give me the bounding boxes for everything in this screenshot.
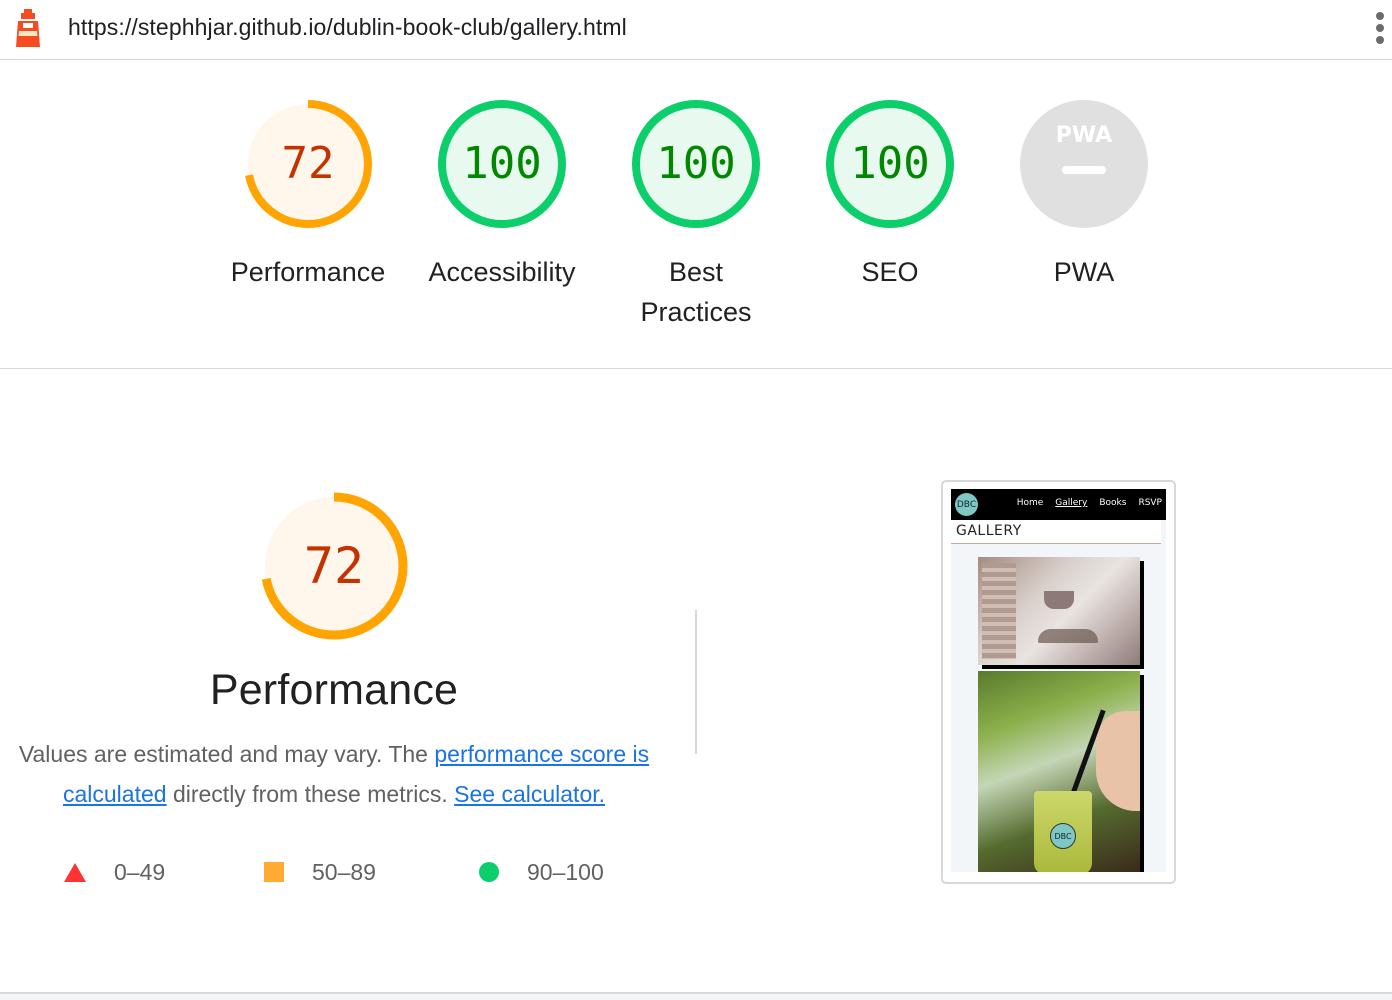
legend-fail: 0–49 <box>64 856 165 888</box>
pwa-badge-text: PWA <box>1056 123 1112 148</box>
gauge-performance[interactable]: 72 Performance <box>218 98 398 292</box>
thumbnail-logo: DBC <box>955 493 978 516</box>
thumbnail-photo-drink: DBC <box>978 671 1140 872</box>
performance-gauge: 72 <box>260 492 408 640</box>
thumbnail-nav-gallery: Gallery <box>1055 498 1088 508</box>
gauge-best-practices[interactable]: 100 Best Practices <box>606 98 786 332</box>
vertical-divider <box>695 610 697 754</box>
gauge-score-best-practices: 100 <box>656 138 735 189</box>
gauge-pwa[interactable]: PWA PWA <box>994 98 1174 292</box>
gauge-score-performance: 72 <box>282 138 335 189</box>
desc-prefix: Values are estimated and may vary. The <box>18 741 428 767</box>
gauge-label-performance: Performance <box>230 257 386 287</box>
gauge-ring-seo: 100 <box>826 100 954 228</box>
thumbnail-navbar: DBC Home Gallery Books RSVP <box>951 489 1166 520</box>
lighthouse-icon <box>16 9 40 47</box>
legend-pass: 90–100 <box>479 856 604 888</box>
thumbnail-nav-rsvp: RSVP <box>1138 498 1162 508</box>
pwa-badge-icon: PWA <box>1020 100 1148 228</box>
performance-title: Performance <box>209 666 459 714</box>
bottom-divider <box>0 992 1392 1000</box>
thumbnail-cup-badge: DBC <box>1050 823 1076 849</box>
gauge-score-accessibility: 100 <box>462 138 541 189</box>
more-vert-icon[interactable] <box>1372 10 1388 46</box>
square-icon <box>264 862 284 882</box>
performance-description: Values are estimated and may vary. The p… <box>8 734 660 814</box>
thumbnail-page: DBC Home Gallery Books RSVP GALLERY DBC <box>951 489 1166 872</box>
gauge-label-pwa: PWA <box>1053 257 1115 287</box>
gauge-label-seo: SEO <box>861 257 919 287</box>
page-url[interactable]: https://stephhjar.github.io/dublin-book-… <box>68 14 627 41</box>
gauge-seo[interactable]: 100 SEO <box>800 98 980 292</box>
performance-section: 72 Performance Values are estimated and … <box>0 370 1392 992</box>
circle-icon <box>479 862 499 882</box>
gauge-score-seo: 100 <box>850 138 929 189</box>
performance-score: 72 <box>304 537 364 595</box>
thumbnail-photo-coffee-books <box>978 557 1140 665</box>
final-screenshot-thumbnail[interactable]: DBC Home Gallery Books RSVP GALLERY DBC <box>941 480 1176 884</box>
legend-range-fail: 0–49 <box>114 858 166 885</box>
gauge-accessibility[interactable]: 100 Accessibility <box>412 98 592 292</box>
gauge-ring-accessibility: 100 <box>438 100 566 228</box>
thumbnail-nav-home: Home <box>1016 498 1044 508</box>
desc-middle: directly from these metrics. <box>172 781 448 807</box>
legend-range-average: 50–89 <box>312 858 376 885</box>
thumbnail-heading: GALLERY <box>951 520 1161 544</box>
gauge-ring-best-practices: 100 <box>632 100 760 228</box>
legend-average: 50–89 <box>264 856 376 888</box>
thumbnail-nav-links: Home Gallery Books RSVP <box>1017 498 1162 508</box>
legend-range-pass: 90–100 <box>527 858 604 885</box>
gauge-label-best-practices: Best Practices <box>640 257 752 327</box>
url-bar: https://stephhjar.github.io/dublin-book-… <box>0 0 1392 60</box>
thumbnail-nav-books: Books <box>1099 498 1127 508</box>
score-gauges: 72 Performance 100 Accessibility 100 Bes… <box>0 60 1392 369</box>
see-calculator-link[interactable]: See calculator. <box>454 781 605 807</box>
triangle-icon <box>64 862 86 882</box>
gauge-ring-performance: 72 <box>244 100 372 228</box>
gauge-label-accessibility: Accessibility <box>428 257 576 287</box>
